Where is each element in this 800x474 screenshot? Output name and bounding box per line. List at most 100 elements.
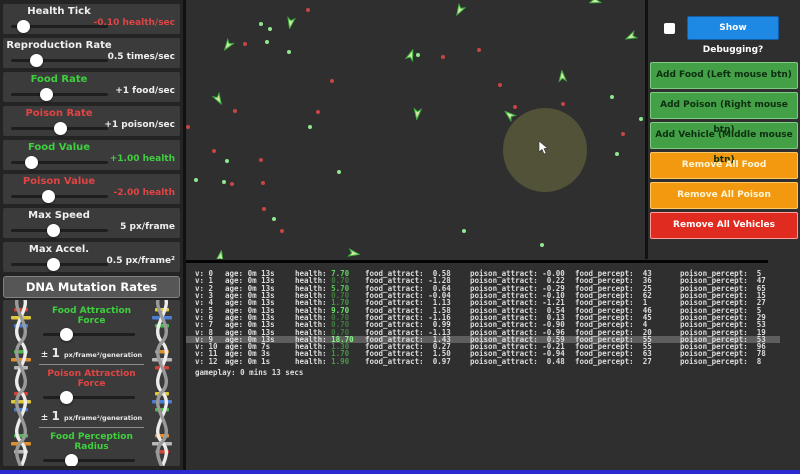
dna-slider-label: Food Attraction Force xyxy=(39,306,144,326)
dna-helix-icon xyxy=(4,300,38,466)
slider-track[interactable] xyxy=(11,127,108,130)
add-poison-right-mouse-btn--button[interactable]: Add Poison (Right mouse btn) xyxy=(650,92,798,119)
plus-minus-sign: ± xyxy=(41,350,52,360)
food-dot xyxy=(639,117,643,121)
mutation-unit: px/frame²/generation xyxy=(64,351,142,359)
slider-panel: Poison Rate+1 poison/sec xyxy=(3,106,180,136)
food-dot xyxy=(615,152,619,156)
slider-value: 0.5 px/frame² xyxy=(107,256,175,266)
poison-dot xyxy=(212,149,216,153)
food-dot xyxy=(337,170,341,174)
slider-handle[interactable] xyxy=(40,88,53,101)
poison-dot xyxy=(243,42,247,46)
dna-slider-track[interactable] xyxy=(43,333,135,336)
slider-value: +1 poison/sec xyxy=(104,120,175,130)
vehicle-triangle xyxy=(350,247,364,259)
vehicle-triangle xyxy=(410,110,423,123)
poison-dot xyxy=(233,109,237,113)
food-percept: food_percept: 27 xyxy=(575,357,680,366)
food-dot xyxy=(610,95,614,99)
slider-handle[interactable] xyxy=(17,20,30,33)
poison-attract: poison_attract: 0.48 xyxy=(470,357,575,366)
slider-value: +1.00 health xyxy=(110,154,175,164)
dna-slider-handle[interactable] xyxy=(60,328,73,341)
add-vehicle-middle-mouse-btn--button[interactable]: Add Vehicle (Middle mouse btn) xyxy=(650,122,798,149)
food-dot xyxy=(268,27,272,31)
slider-handle[interactable] xyxy=(30,54,43,67)
window-bottom-edge xyxy=(0,470,800,474)
slider-track[interactable] xyxy=(11,195,108,198)
vehicle-triangle xyxy=(404,44,419,59)
dna-slider-track[interactable] xyxy=(43,459,135,462)
show-debugging-button[interactable]: Show Debugging? xyxy=(687,16,779,40)
remove-all-food-button[interactable]: Remove All Food xyxy=(650,152,798,179)
slider-track[interactable] xyxy=(11,93,108,96)
actions-panel: Show Debugging? Add Food (Left mouse btn… xyxy=(648,0,800,259)
debug-row: Show Debugging? xyxy=(664,16,798,40)
food-dot xyxy=(194,178,198,182)
dna-slider-label: Food Perception Radius xyxy=(39,432,144,452)
slider-value: -2.00 health xyxy=(114,188,175,198)
vehicle-stats-table: v: 0age: 0m 13shealth: 7.70food_attract:… xyxy=(186,270,800,365)
vehicle-triangle xyxy=(218,40,235,57)
dna-slider-group: Food Perception Radius± 50 px / generati… xyxy=(39,432,144,466)
poison-dot xyxy=(477,48,481,52)
slider-handle[interactable] xyxy=(47,224,60,237)
simulation-canvas[interactable] xyxy=(186,0,645,259)
dna-mutation-amount: ± 1 px/frame²/generation xyxy=(39,405,144,428)
dna-slider-group: Food Attraction Force± 1 px/frame²/gener… xyxy=(39,306,144,365)
health-label: health: xyxy=(295,357,331,366)
vehicle-health: health: 1.90 xyxy=(295,357,365,366)
slider-handle[interactable] xyxy=(42,190,55,203)
slider-value: 0.5 times/sec xyxy=(108,52,175,62)
separator-line xyxy=(186,260,768,263)
poison-percept: poison_percept: 8 xyxy=(680,357,800,366)
food-dot xyxy=(287,50,291,54)
dna-slider-group: Poison Attraction Force± 1 px/frame²/gen… xyxy=(39,369,144,428)
slider-handle[interactable] xyxy=(25,156,38,169)
dna-helix-icon xyxy=(145,300,179,466)
vehicle-triangle xyxy=(214,246,228,259)
dna-slider-handle[interactable] xyxy=(60,391,73,404)
vehicle-triangle xyxy=(555,66,568,79)
food-attract: food_attract: 0.97 xyxy=(365,357,470,366)
slider-track[interactable] xyxy=(11,229,108,232)
poison-dot xyxy=(259,158,263,162)
app-window: Health Tick-0.10 health/secReproduction … xyxy=(0,0,800,474)
poison-dot xyxy=(261,181,265,185)
vehicle-triangle xyxy=(212,94,228,110)
plus-minus-sign: ± xyxy=(41,413,52,423)
slider-track[interactable] xyxy=(11,263,108,266)
slider-label: Food Value xyxy=(3,142,115,153)
vehicle-stats-panel: v: 0age: 0m 13shealth: 7.70food_attract:… xyxy=(186,259,800,470)
vehicle-age: age: 0m 1s xyxy=(225,357,295,366)
remove-all-vehicles-button[interactable]: Remove All Vehicles xyxy=(650,212,798,239)
dna-slider-track[interactable] xyxy=(43,396,135,399)
add-food-left-mouse-btn--button[interactable]: Add Food (Left mouse btn) xyxy=(650,62,798,89)
poison-dot xyxy=(316,110,320,114)
slider-label: Reproduction Rate xyxy=(3,40,115,51)
show-debugging-checkbox[interactable] xyxy=(664,23,675,34)
slider-handle[interactable] xyxy=(54,122,67,135)
poison-dot xyxy=(262,207,266,211)
poison-dot xyxy=(513,105,517,109)
dna-mutation-section: Food Attraction Force ± 1 px/frame²/gener… xyxy=(3,300,180,466)
mouse-cursor-icon xyxy=(538,141,550,157)
gameplay-timer: gameplay: 0 mins 13 secs xyxy=(195,368,303,377)
settings-sidebar: Health Tick-0.10 health/secReproduction … xyxy=(0,0,183,474)
slider-label: Health Tick xyxy=(3,6,115,17)
vehicle-triangle xyxy=(283,19,297,33)
poison-dot xyxy=(230,182,234,186)
mutation-unit: px/frame²/generation xyxy=(64,414,142,422)
dna-slider-handle[interactable] xyxy=(65,454,78,466)
slider-panel: Food Rate+1 food/sec xyxy=(3,72,180,102)
slider-handle[interactable] xyxy=(47,258,60,271)
slider-label: Poison Value xyxy=(3,176,115,187)
food-dot xyxy=(259,22,263,26)
slider-track[interactable] xyxy=(11,161,108,164)
remove-all-poison-button[interactable]: Remove All Poison xyxy=(650,182,798,209)
vehicle-triangle xyxy=(620,30,636,46)
slider-track[interactable] xyxy=(11,59,108,62)
food-dot xyxy=(265,40,269,44)
poison-dot xyxy=(441,55,445,59)
